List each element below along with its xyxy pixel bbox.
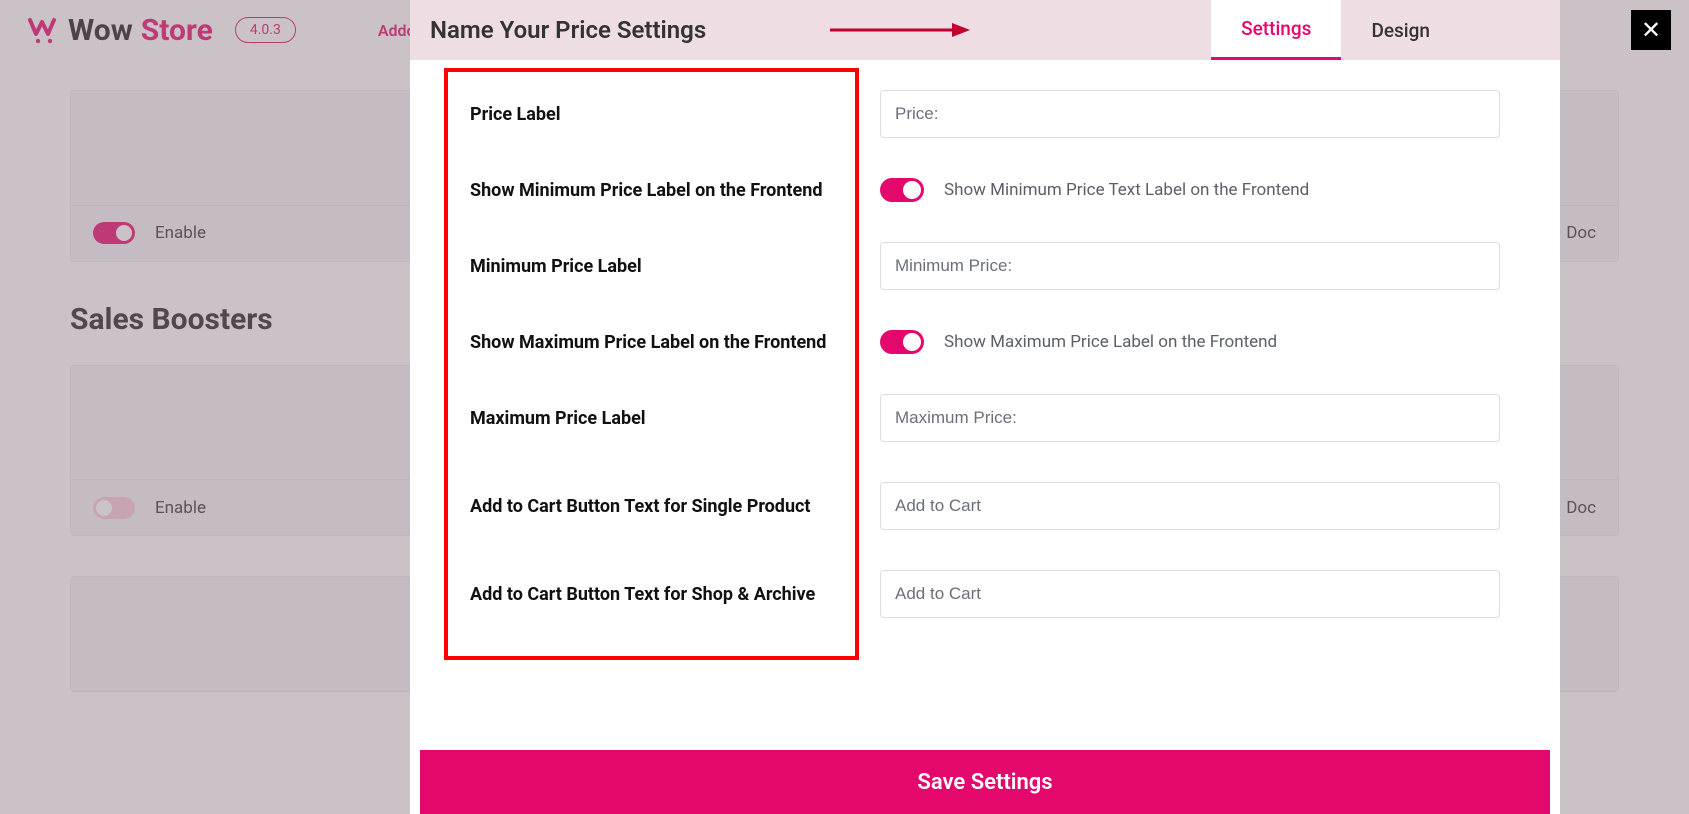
modal-header: Name Your Price Settings Settings Design	[410, 0, 1560, 60]
modal-title: Name Your Price Settings	[430, 16, 706, 44]
modal-body: Price Label Show Minimum Price Label on …	[410, 60, 1560, 750]
close-modal-button[interactable]: ✕	[1631, 10, 1671, 50]
label-max-price: Maximum Price Label	[470, 408, 880, 429]
input-atc-single[interactable]	[880, 482, 1500, 530]
input-min-price[interactable]	[880, 242, 1500, 290]
label-show-max: Show Maximum Price Label on the Frontend	[470, 332, 880, 353]
input-atc-archive[interactable]	[880, 570, 1500, 618]
label-atc-archive: Add to Cart Button Text for Shop & Archi…	[470, 584, 880, 605]
desc-show-min: Show Minimum Price Text Label on the Fro…	[944, 180, 1309, 200]
toggle-show-max[interactable]	[880, 330, 924, 354]
label-atc-single: Add to Cart Button Text for Single Produ…	[470, 496, 880, 517]
desc-show-max: Show Maximum Price Label on the Frontend	[944, 332, 1277, 352]
label-show-min: Show Minimum Price Label on the Frontend	[470, 180, 880, 201]
arrow-annotation-icon	[830, 20, 970, 40]
save-settings-button[interactable]: Save Settings	[420, 750, 1550, 814]
input-price-label[interactable]	[880, 90, 1500, 138]
label-price-label: Price Label	[470, 104, 880, 125]
toggle-show-min[interactable]	[880, 178, 924, 202]
tab-design[interactable]: Design	[1341, 0, 1460, 60]
input-max-price[interactable]	[880, 394, 1500, 442]
name-your-price-modal: Name Your Price Settings Settings Design…	[410, 0, 1560, 814]
label-min-price: Minimum Price Label	[470, 256, 880, 277]
tab-settings[interactable]: Settings	[1211, 0, 1341, 60]
modal-tabs: Settings Design	[1211, 0, 1460, 60]
